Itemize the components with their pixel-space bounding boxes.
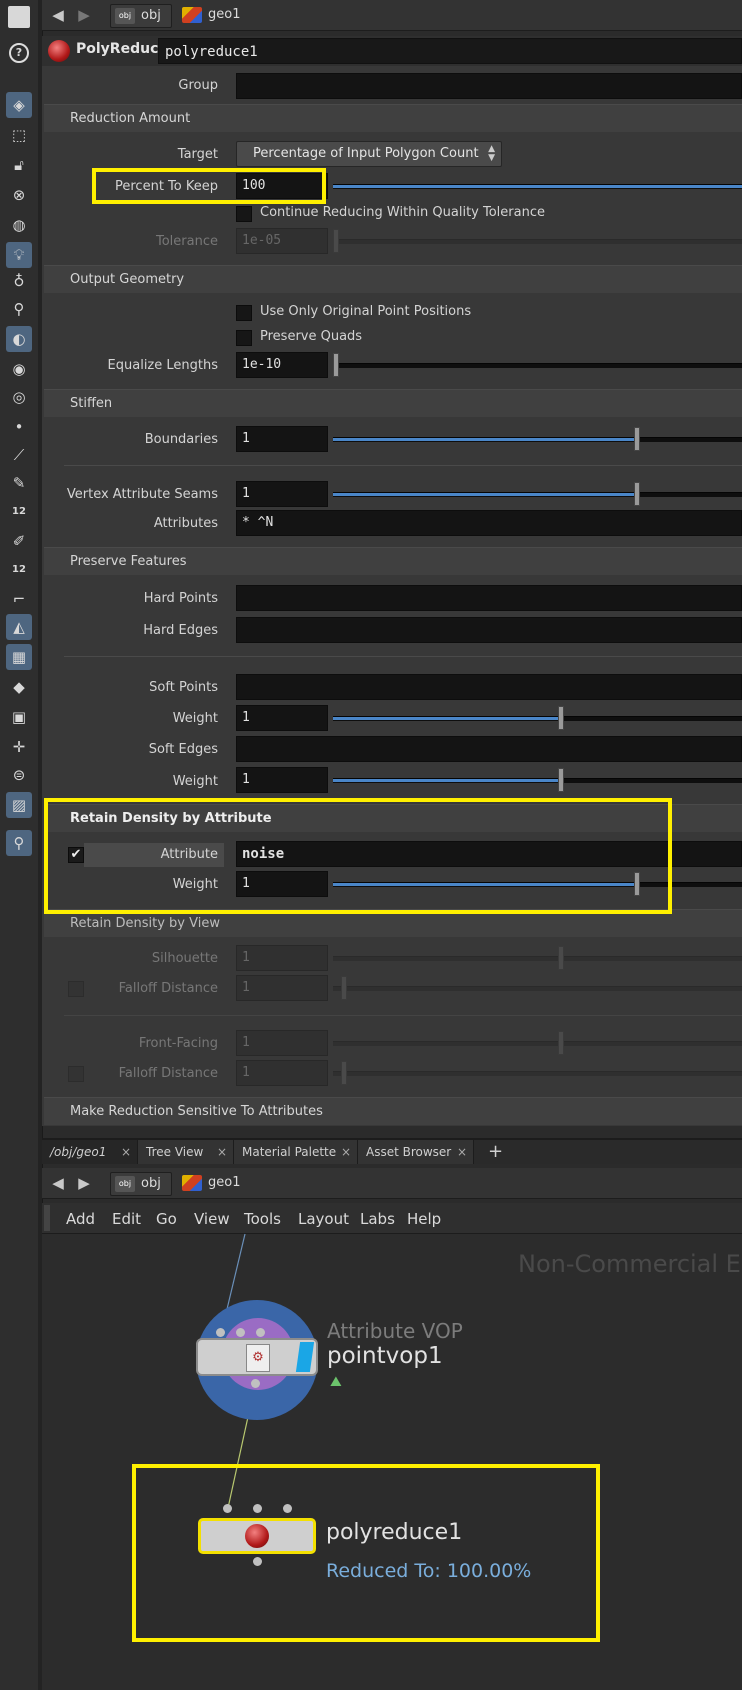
vop-input-dot[interactable]: [216, 1328, 225, 1337]
vop-node-type: Attribute VOP: [327, 1319, 463, 1343]
vop-node-flag: [295, 1342, 315, 1372]
vop-node-badge-icon: ⛰: [330, 1374, 342, 1390]
vop-node-body[interactable]: ⚙: [196, 1338, 318, 1376]
vop-output-dot[interactable]: [251, 1379, 260, 1388]
vop-node-icon: ⚙: [246, 1344, 270, 1372]
vop-input-dot[interactable]: [256, 1328, 265, 1337]
vop-input-dot[interactable]: [236, 1328, 245, 1337]
network-wires: [221, 1233, 256, 1509]
highlight-polyreduce-node: [132, 1464, 600, 1642]
vop-node-name[interactable]: pointvop1: [327, 1343, 443, 1369]
